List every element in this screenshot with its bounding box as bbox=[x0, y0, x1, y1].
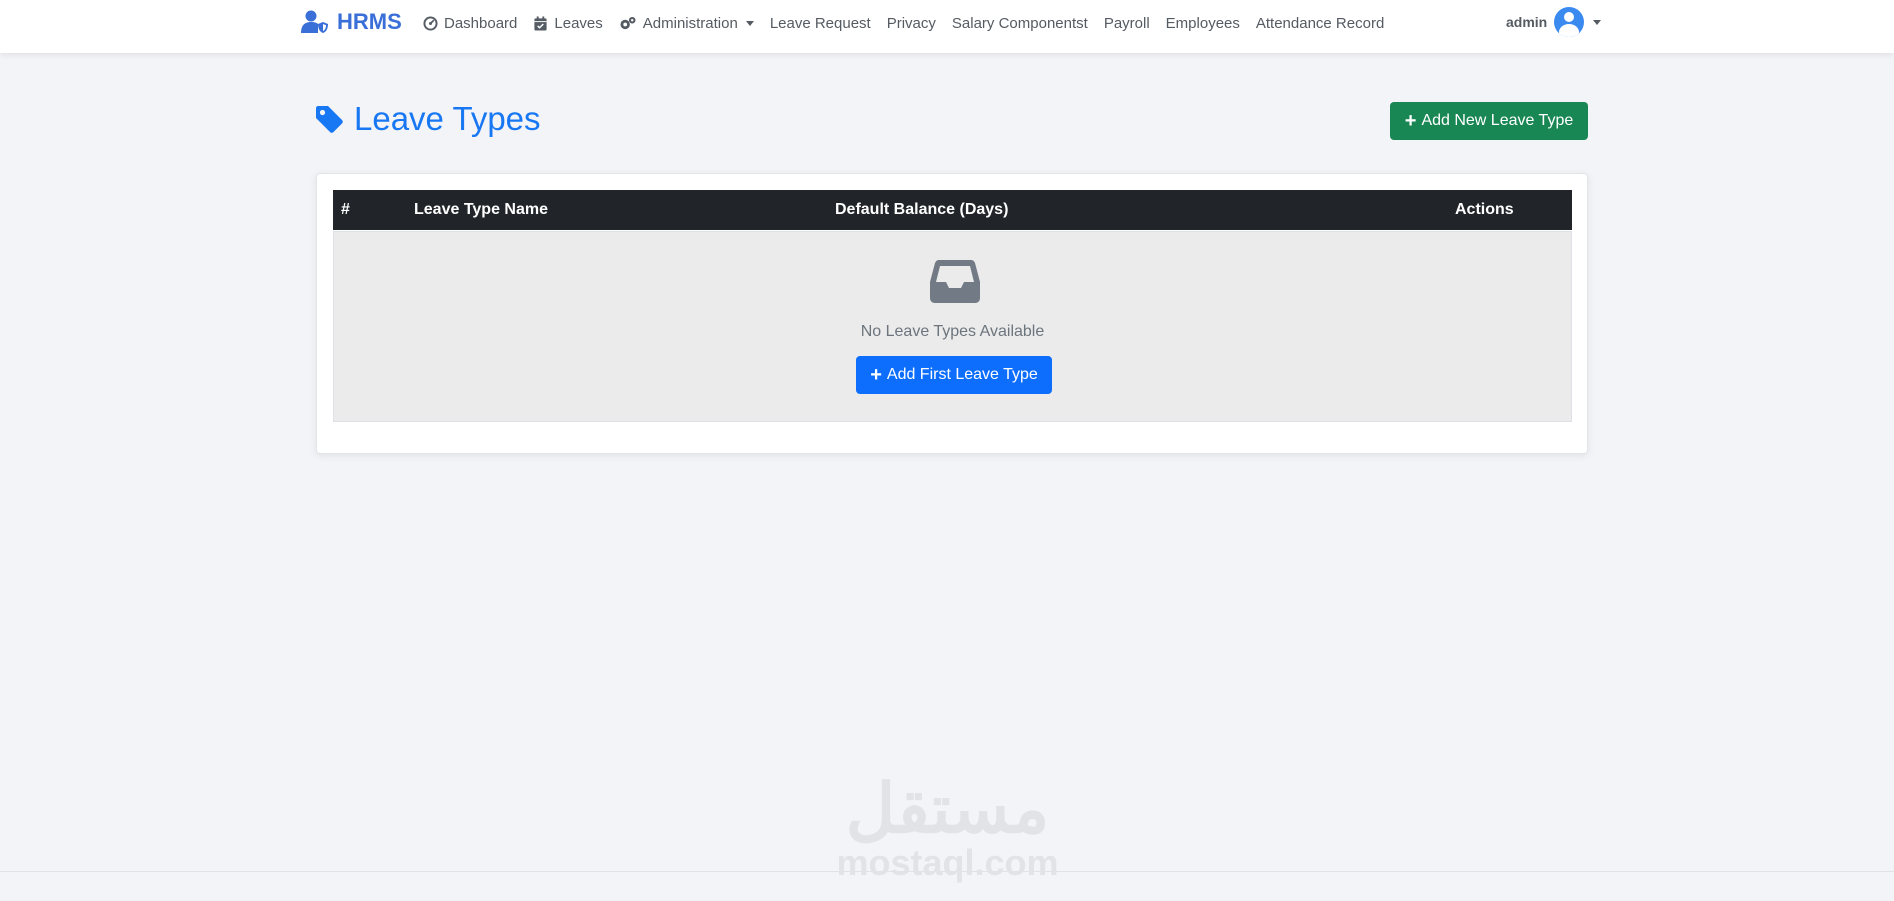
page-title-text: Leave Types bbox=[354, 100, 541, 137]
nav-employees[interactable]: Employees bbox=[1166, 15, 1240, 32]
nav-leaves[interactable]: Leaves bbox=[533, 14, 603, 32]
plus-icon: + bbox=[870, 364, 882, 386]
nav-administration-label: Administration bbox=[642, 14, 738, 32]
nav-dashboard-label: Dashboard bbox=[444, 14, 518, 32]
inbox-icon bbox=[930, 260, 980, 303]
page-title: Leave Types bbox=[314, 100, 541, 138]
nav-privacy[interactable]: Privacy bbox=[887, 15, 936, 32]
avatar bbox=[1554, 7, 1585, 37]
gears-icon bbox=[620, 16, 636, 29]
tag-icon bbox=[316, 106, 343, 133]
watermark-logo-url: mostaql.com bbox=[836, 842, 1059, 883]
nav-employees-label: Employees bbox=[1165, 14, 1240, 32]
empty-state-row: No Leave Types Available + Add First Lea… bbox=[333, 231, 1572, 422]
nav-payroll-label: Payroll bbox=[1103, 14, 1150, 32]
empty-state-message: No Leave Types Available bbox=[860, 323, 1045, 340]
chevron-down-icon bbox=[1593, 19, 1602, 25]
brand-link[interactable]: HRMS bbox=[301, 9, 402, 35]
nav-salary-components-label: Salary Componentst bbox=[951, 14, 1088, 32]
add-first-leave-type-button[interactable]: + Add First Leave Type bbox=[856, 356, 1052, 394]
gauge-icon bbox=[423, 15, 438, 31]
add-new-leave-type-button[interactable]: + Add New Leave Type bbox=[1390, 102, 1588, 140]
nav-attendance-record-label: Attendance Record bbox=[1255, 14, 1385, 32]
add-first-leave-type-label: Add First Leave Type bbox=[886, 366, 1038, 383]
nav-administration[interactable]: Administration bbox=[619, 15, 754, 32]
nav-salary-components[interactable]: Salary Componentst bbox=[952, 15, 1088, 32]
nav-leave-request-label: Leave Request bbox=[769, 14, 871, 32]
column-header-number: # bbox=[341, 201, 350, 218]
chevron-down-icon bbox=[745, 20, 754, 26]
column-header-actions: Actions bbox=[1455, 201, 1514, 218]
top-navbar: HRMS Dashboard Leaves Administration Lea… bbox=[0, 0, 1894, 53]
column-header-leave-type-name: Leave Type Name bbox=[414, 201, 548, 218]
nav-attendance-record[interactable]: Attendance Record bbox=[1256, 15, 1384, 32]
nav-links: Dashboard Leaves Administration Leave Re… bbox=[423, 12, 1384, 34]
nav-payroll[interactable]: Payroll bbox=[1104, 15, 1150, 32]
calendar-check-icon bbox=[534, 15, 547, 31]
nav-dashboard[interactable]: Dashboard bbox=[423, 15, 517, 32]
add-new-leave-type-label: Add New Leave Type bbox=[1421, 112, 1574, 129]
brand-name: HRMS bbox=[337, 9, 402, 34]
nav-leave-request[interactable]: Leave Request bbox=[770, 15, 871, 32]
plus-icon: + bbox=[1404, 110, 1417, 132]
column-header-default-balance: Default Balance (Days) bbox=[835, 201, 1009, 218]
user-name: admin bbox=[1506, 14, 1548, 30]
watermark-logo-arabic: مستقل bbox=[845, 771, 1050, 847]
user-menu[interactable]: admin bbox=[1506, 7, 1602, 37]
user-shield-icon bbox=[301, 10, 328, 33]
table-header: # Leave Type Name Default Balance (Days)… bbox=[333, 190, 1572, 230]
leave-types-card: # Leave Type Name Default Balance (Days)… bbox=[316, 173, 1588, 454]
nav-privacy-label: Privacy bbox=[886, 14, 936, 32]
nav-leaves-label: Leaves bbox=[554, 14, 603, 32]
